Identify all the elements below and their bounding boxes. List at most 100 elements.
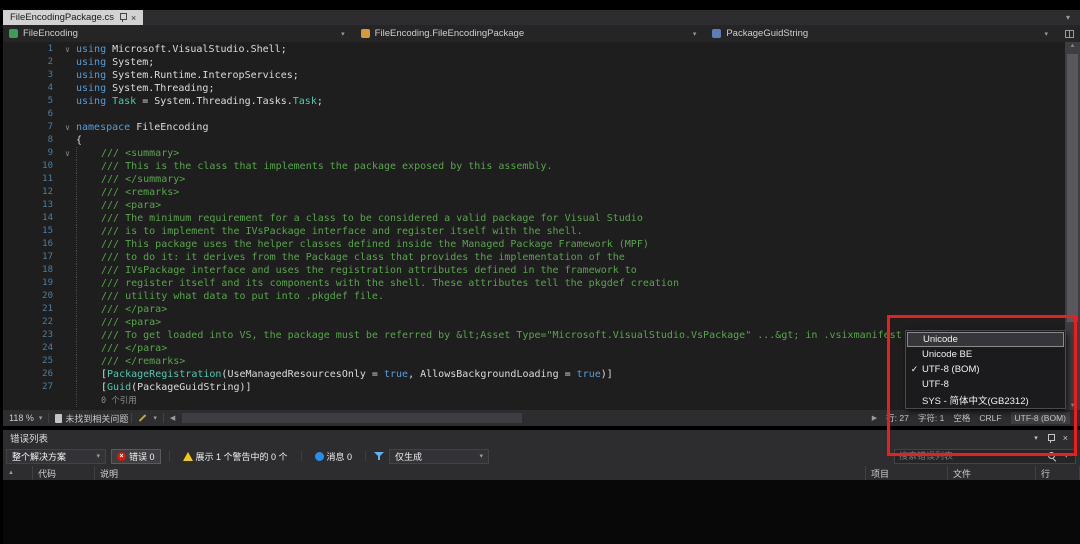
tab-fileencodingpackage[interactable]: FileEncodingPackage.cs × bbox=[3, 10, 144, 25]
zoom-chevron-icon[interactable]: ▾ bbox=[36, 414, 46, 422]
code-text[interactable]: /// This package uses the helper classes… bbox=[76, 238, 649, 251]
tab-list-chevron-icon[interactable]: ▾ bbox=[1066, 13, 1080, 22]
close-icon[interactable]: × bbox=[1063, 433, 1068, 443]
code-line[interactable]: 17 /// to do it: it derives from the Pack… bbox=[3, 251, 1065, 264]
code-line[interactable]: 14 /// The minimum requirement for a clas… bbox=[3, 212, 1065, 225]
zoom-level[interactable]: 118 % bbox=[3, 413, 36, 423]
code-text[interactable]: /// to do it: it derives from the Packag… bbox=[76, 251, 625, 264]
code-line[interactable]: 1 ∨ using Microsoft.VisualStudio.Shell; bbox=[3, 43, 1065, 56]
fold-chevron-icon[interactable]: ∨ bbox=[59, 43, 76, 56]
vertical-scrollbar[interactable]: ▲ ▼ bbox=[1065, 42, 1080, 410]
encoding-menu-item[interactable]: Unicode bbox=[907, 332, 1064, 347]
code-text[interactable]: /// <para> bbox=[76, 199, 161, 212]
fold-chevron-icon[interactable]: ∨ bbox=[59, 121, 76, 134]
code-line[interactable]: 7 ∨ namespace FileEncoding bbox=[3, 121, 1065, 134]
code-line[interactable]: 19 /// register itself and its components… bbox=[3, 277, 1065, 290]
col-project[interactable]: 项目 bbox=[866, 466, 948, 480]
code-line[interactable]: 3 using System.Runtime.InteropServices; bbox=[3, 69, 1065, 82]
code-line[interactable]: 16 /// This package uses the helper class… bbox=[3, 238, 1065, 251]
code-text[interactable]: /// <remarks> bbox=[76, 186, 179, 199]
code-line[interactable]: 22 /// <para> bbox=[3, 316, 1065, 329]
search-chevron-icon[interactable]: ▾ bbox=[1061, 452, 1071, 460]
code-text[interactable]: [Guid(PackageGuidString)] bbox=[76, 381, 252, 394]
error-list-content[interactable] bbox=[3, 480, 1080, 544]
code-text[interactable]: using System; bbox=[76, 56, 154, 69]
code-text[interactable]: /// </summary> bbox=[76, 173, 185, 186]
code-text[interactable]: [PackageRegistration(UseManagedResources… bbox=[76, 368, 613, 381]
code-text[interactable]: using System.Threading; bbox=[76, 82, 214, 95]
scope-dropdown[interactable]: 整个解决方案 ▾ bbox=[6, 448, 106, 464]
window-menu-chevron-icon[interactable]: ▾ bbox=[1034, 434, 1038, 442]
col-description[interactable]: 说明 bbox=[95, 466, 866, 480]
messages-filter-button[interactable]: 消息 0 bbox=[310, 449, 358, 464]
column-indicator[interactable]: 字符: 1 bbox=[918, 412, 944, 424]
encoding-menu-item[interactable]: Unicode BE bbox=[907, 347, 1064, 362]
pen-chevron-icon[interactable]: ▾ bbox=[150, 414, 160, 422]
encoding-indicator[interactable]: UTF-8 (BOM) bbox=[1010, 412, 1070, 424]
code-line[interactable]: 8{ bbox=[3, 134, 1065, 147]
warnings-filter-button[interactable]: 展示 1 个警告中的 0 个 bbox=[178, 449, 293, 464]
code-text[interactable]: /// This is the class that implements th… bbox=[76, 160, 553, 173]
code-text[interactable]: /// </para> bbox=[76, 303, 167, 316]
vertical-scrollbar-thumb[interactable] bbox=[1067, 54, 1078, 322]
pen-icon[interactable] bbox=[139, 414, 147, 422]
code-text[interactable]: /// </para> bbox=[76, 342, 167, 355]
code-line[interactable]: 11 /// </summary> bbox=[3, 173, 1065, 186]
encoding-menu-item[interactable]: SYS - 简体中文(GB2312) bbox=[907, 392, 1064, 407]
code-text[interactable]: namespace FileEncoding bbox=[76, 121, 208, 134]
chevron-down-icon[interactable]: ▾ bbox=[1045, 30, 1053, 38]
search-input[interactable] bbox=[899, 451, 1045, 461]
pin-icon[interactable] bbox=[1047, 433, 1055, 443]
col-file[interactable]: 文件 bbox=[948, 466, 1036, 480]
code-text[interactable]: /// IVsPackage interface and uses the re… bbox=[76, 264, 637, 277]
encoding-menu-item[interactable]: UTF-8 bbox=[907, 377, 1064, 392]
search-icon[interactable] bbox=[1048, 451, 1057, 461]
horizontal-scrollbar[interactable] bbox=[180, 410, 866, 426]
code-line[interactable]: 21 /// </para> bbox=[3, 303, 1065, 316]
code-text[interactable]: /// The minimum requirement for a class … bbox=[76, 212, 643, 225]
code-line[interactable]: 15 /// is to implement the IVsPackage int… bbox=[3, 225, 1065, 238]
code-line[interactable]: 9 ∨/// <summary> bbox=[3, 147, 1065, 160]
code-text[interactable]: /// is to implement the IVsPackage inter… bbox=[76, 225, 583, 238]
col-line[interactable]: 行 bbox=[1036, 466, 1080, 480]
code-text[interactable]: /// register itself and its components w… bbox=[76, 277, 679, 290]
col-severity[interactable]: ▲ bbox=[3, 466, 33, 480]
code-text[interactable]: { bbox=[76, 134, 82, 147]
chevron-down-icon[interactable]: ▾ bbox=[341, 30, 349, 38]
errors-filter-button[interactable]: × 错误 0 bbox=[111, 448, 161, 464]
code-line[interactable]: 18 /// IVsPackage interface and uses the … bbox=[3, 264, 1065, 277]
close-icon[interactable]: × bbox=[131, 13, 136, 23]
code-text[interactable]: /// <summary> bbox=[76, 147, 179, 160]
code-text[interactable]: using Microsoft.VisualStudio.Shell; bbox=[76, 43, 287, 56]
code-text[interactable]: /// To get loaded into VS, the package m… bbox=[76, 329, 938, 342]
code-line[interactable]: 6 bbox=[3, 108, 1065, 121]
code-text[interactable]: 0 个引用 bbox=[76, 394, 137, 407]
fold-chevron-icon[interactable]: ∨ bbox=[59, 147, 76, 160]
code-line[interactable]: 4 using System.Threading; bbox=[3, 82, 1065, 95]
scroll-left-icon[interactable]: ◀ bbox=[167, 414, 178, 422]
member-dropdown[interactable]: PackageGuidString ▾ bbox=[706, 25, 1058, 42]
code-line[interactable]: 2 using System; bbox=[3, 56, 1065, 69]
type-dropdown[interactable]: FileEncoding.FileEncodingPackage ▾ bbox=[355, 25, 707, 42]
horizontal-scrollbar-thumb[interactable] bbox=[182, 413, 523, 423]
code-line[interactable]: 10 /// This is the class that implements … bbox=[3, 160, 1065, 173]
line-ending-indicator[interactable]: CRLF bbox=[979, 413, 1001, 423]
scroll-right-icon[interactable]: ▶ bbox=[869, 414, 880, 422]
spaces-indicator[interactable]: 空格 bbox=[953, 412, 970, 424]
code-text[interactable]: /// utility what data to put into .pkgde… bbox=[76, 290, 384, 303]
code-text[interactable]: /// </remarks> bbox=[76, 355, 185, 368]
pin-icon[interactable] bbox=[119, 13, 128, 22]
chevron-down-icon[interactable]: ▾ bbox=[693, 30, 701, 38]
filter-icon[interactable] bbox=[374, 451, 385, 461]
code-text[interactable]: using System.Runtime.InteropServices; bbox=[76, 69, 299, 82]
scroll-down-icon[interactable]: ▼ bbox=[1065, 403, 1080, 409]
scroll-up-icon[interactable]: ▲ bbox=[1065, 43, 1080, 49]
code-line[interactable]: 13 /// <para> bbox=[3, 199, 1065, 212]
document-health-icon[interactable] bbox=[55, 413, 63, 423]
code-line[interactable]: 12 /// <remarks> bbox=[3, 186, 1065, 199]
split-editor-button[interactable] bbox=[1058, 25, 1080, 42]
code-text[interactable]: /// <para> bbox=[76, 316, 161, 329]
line-indicator[interactable]: 行: 27 bbox=[886, 412, 909, 424]
col-code[interactable]: 代码 bbox=[33, 466, 95, 480]
code-line[interactable]: 5 using Task = System.Threading.Tasks.Tas… bbox=[3, 95, 1065, 108]
